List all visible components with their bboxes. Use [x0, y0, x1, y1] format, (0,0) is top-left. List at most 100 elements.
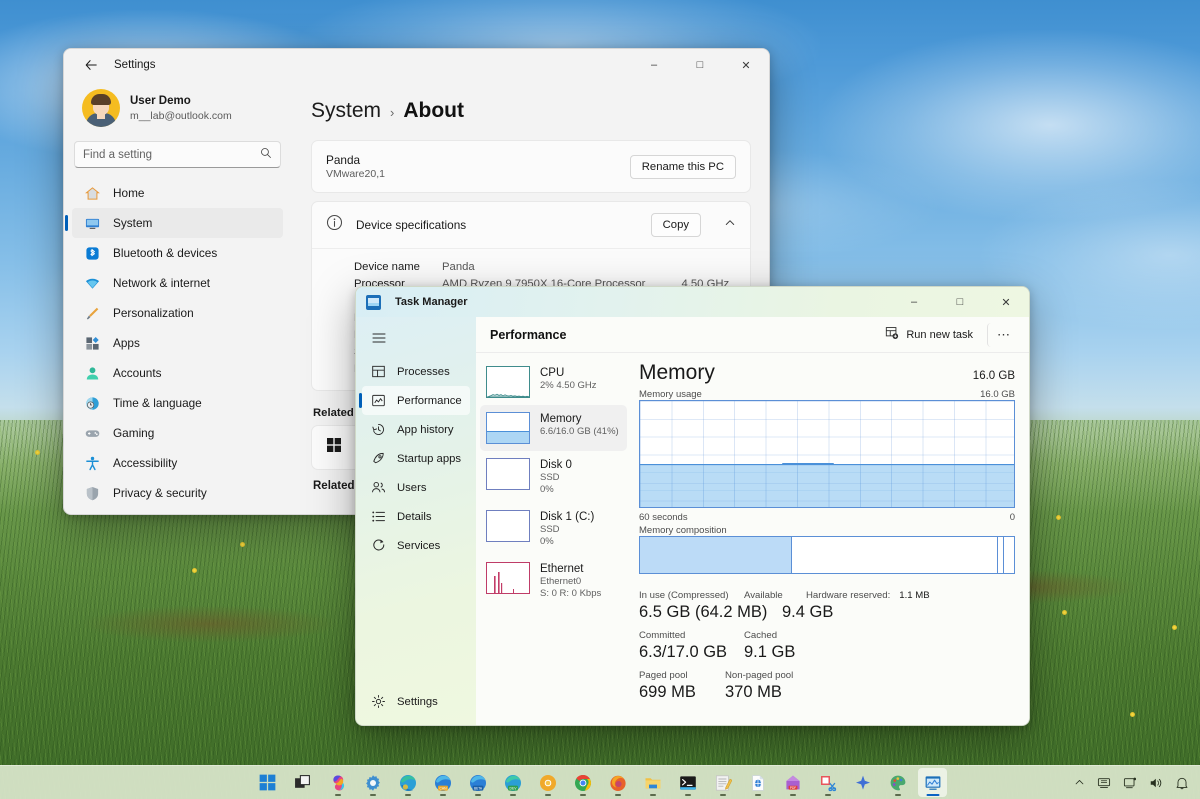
edge-stable-button[interactable] [393, 768, 422, 797]
system-tray [1069, 770, 1194, 796]
word-doc-button[interactable] [743, 768, 772, 797]
close-button[interactable]: ✕ [983, 286, 1029, 318]
sidebar-item-accounts[interactable]: Accounts [72, 358, 283, 388]
terminal-button[interactable] [673, 768, 702, 797]
tab-label: App history [397, 424, 454, 436]
task-manager-button[interactable] [918, 768, 947, 797]
sidebar-item-accessibility[interactable]: Accessibility [72, 448, 283, 478]
task-manager-window[interactable]: Task Manager – □ ✕ Processes Perform [355, 286, 1030, 726]
sidebar-item-personalization[interactable]: Personalization [72, 298, 283, 328]
tab-processes[interactable]: Processes [362, 357, 470, 386]
memory-composition-bar [639, 536, 1015, 574]
memory-usage-label: Memory usage [639, 389, 702, 400]
file-explorer-button[interactable] [638, 768, 667, 797]
resource-item-ethernet[interactable]: Ethernet Ethernet0 S: 0 R: 0 Kbps [480, 555, 627, 607]
search-setting-box[interactable] [74, 141, 281, 168]
hamburger-menu-icon[interactable] [362, 323, 396, 353]
stat-label: In use (Compressed) [639, 590, 744, 601]
tab-settings[interactable]: Settings [362, 687, 470, 716]
stat-value: 370 MB [725, 681, 782, 703]
minimize-button[interactable]: – [631, 49, 677, 81]
edge-dev-button[interactable]: DEV [498, 768, 527, 797]
breadcrumb: System › About [311, 99, 751, 123]
maximize-button[interactable]: □ [677, 49, 723, 81]
tab-label: Processes [397, 366, 450, 378]
ethernet-tray-icon[interactable] [1092, 770, 1116, 796]
memory-usage-line-bump [782, 463, 834, 465]
tab-startup-apps[interactable]: Startup apps [362, 444, 470, 473]
breadcrumb-parent[interactable]: System [311, 99, 381, 123]
run-new-task-label: Run new task [906, 329, 973, 341]
pdf-button[interactable]: PDF [778, 768, 807, 797]
accessibility-person-icon [84, 455, 101, 472]
resource-item-cpu[interactable]: CPU 2% 4.50 GHz [480, 359, 627, 405]
edge-canary-button[interactable]: CAN [428, 768, 457, 797]
shield-icon [84, 485, 101, 502]
start-button[interactable] [253, 768, 282, 797]
sidebar-item-system[interactable]: System [72, 208, 283, 238]
sidebar-item-time-language[interactable]: Time & language [72, 388, 283, 418]
task-manager-content: Performance Run new task ⋯ [476, 317, 1029, 726]
chevron-up-icon[interactable] [724, 216, 736, 234]
volume-tray-icon[interactable] [1144, 770, 1168, 796]
disk0-thumbnail-graph [486, 458, 530, 490]
composition-free [1004, 537, 1015, 573]
notifications-tray-icon[interactable] [1170, 770, 1194, 796]
stat-label-row: Paged pool Non-paged pool [639, 670, 1015, 681]
svg-text:CAN: CAN [439, 786, 447, 790]
sidebar-item-network-internet[interactable]: Network & internet [72, 268, 283, 298]
back-arrow-icon[interactable] [76, 52, 106, 78]
sidebar-item-home[interactable]: Home [72, 178, 283, 208]
resource-sub: 6.6/16.0 GB (41%) [540, 426, 619, 438]
tab-services[interactable]: Services [362, 531, 470, 560]
memory-usage-area [640, 464, 1014, 507]
tab-users[interactable]: Users [362, 473, 470, 502]
edge-beta-button[interactable]: BETA [463, 768, 492, 797]
stat-label-row: Committed Cached [639, 630, 1015, 641]
run-new-task-button[interactable]: Run new task [877, 321, 981, 348]
chrome-canary-button[interactable] [533, 768, 562, 797]
display-tray-icon[interactable] [1118, 770, 1142, 796]
sidebar-item-bluetooth-devices[interactable]: Bluetooth & devices [72, 238, 283, 268]
settings-button[interactable] [358, 768, 387, 797]
apps-grid-icon [84, 335, 101, 352]
stat-label-row: In use (Compressed) Available Hardware r… [639, 590, 1015, 601]
tab-performance[interactable]: Performance [362, 386, 470, 415]
paint-button[interactable] [883, 768, 912, 797]
services-gear-icon [370, 538, 386, 554]
tab-app-history[interactable]: App history [362, 415, 470, 444]
minimize-button[interactable]: – [891, 286, 937, 318]
more-options-icon[interactable]: ⋯ [987, 323, 1019, 347]
copilot-spark-button[interactable] [848, 768, 877, 797]
resource-item-disk-0[interactable]: Disk 0 SSD 0% [480, 451, 627, 503]
memory-thumbnail-graph [486, 412, 530, 444]
maximize-button[interactable]: □ [937, 286, 983, 318]
resource-item-disk-1[interactable]: Disk 1 (C:) SSD 0% [480, 503, 627, 555]
sidebar-item-label: Apps [113, 336, 140, 350]
search-input[interactable] [83, 149, 260, 161]
history-clock-icon [370, 422, 386, 438]
task-view-button[interactable] [288, 768, 317, 797]
sidebar-item-apps[interactable]: Apps [72, 328, 283, 358]
rename-this-pc-button[interactable]: Rename this PC [630, 155, 736, 179]
tab-details[interactable]: Details [362, 502, 470, 531]
resource-sub: 0% [540, 484, 572, 496]
stat-label: Hardware reserved: [806, 590, 890, 601]
notepad-button[interactable] [708, 768, 737, 797]
firefox-button[interactable] [603, 768, 632, 797]
account-block[interactable]: User Demo m__lab@outlook.com [72, 81, 283, 135]
chrome-button[interactable] [568, 768, 597, 797]
resource-name: Disk 1 (C:) [540, 510, 594, 524]
resource-item-memory[interactable]: Memory 6.6/16.0 GB (41%) [480, 405, 627, 451]
close-button[interactable]: ✕ [723, 49, 769, 81]
tab-label: Performance [397, 395, 462, 407]
copy-button[interactable]: Copy [651, 213, 701, 237]
resource-name: Disk 0 [540, 458, 572, 472]
sidebar-item-privacy-security[interactable]: Privacy & security [72, 478, 283, 508]
show-hidden-icons-button[interactable] [1069, 770, 1090, 796]
copilot-button[interactable] [323, 768, 352, 797]
memory-composition-label: Memory composition [639, 525, 727, 536]
snipping-tool-button[interactable] [813, 768, 842, 797]
sidebar-item-gaming[interactable]: Gaming [72, 418, 283, 448]
spec-row: Device name Panda [354, 259, 736, 276]
